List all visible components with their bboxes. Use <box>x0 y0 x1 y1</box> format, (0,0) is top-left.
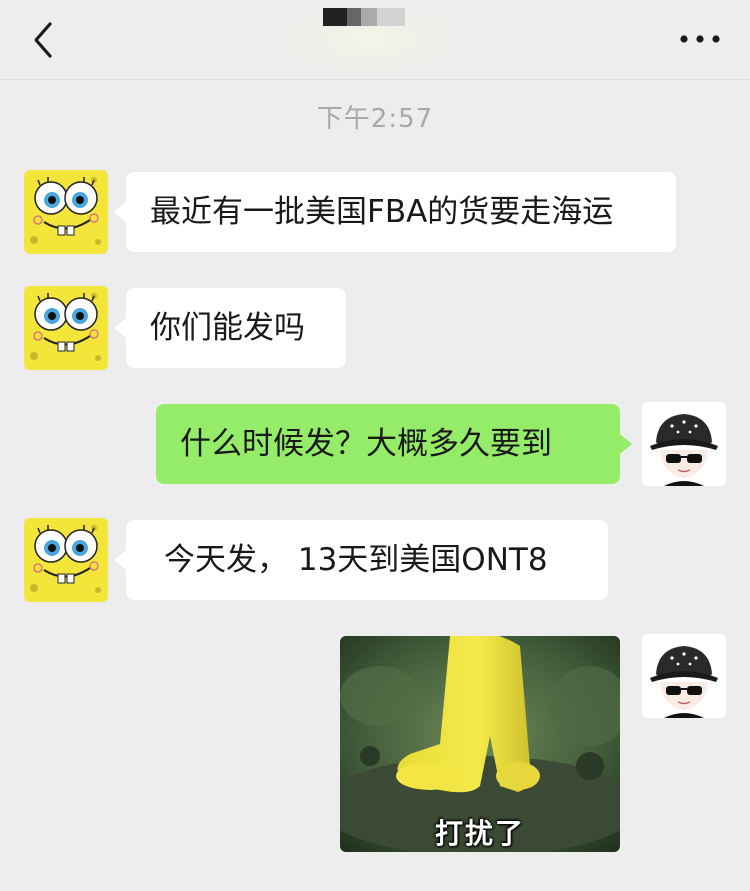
message-bubble-outgoing[interactable]: 什么时候发？大概多久要到 <box>156 404 632 484</box>
cap-boy-avatar[interactable] <box>642 402 726 486</box>
bubble-tail <box>114 550 126 570</box>
chevron-left-icon[interactable] <box>28 18 64 62</box>
message-bubble-incoming[interactable]: 你们能发吗 <box>114 288 346 368</box>
message-text: 什么时候发？大概多久要到 <box>180 426 552 462</box>
message-text: 你们能发吗 <box>150 310 305 346</box>
message-bubble-incoming[interactable]: 今天发， 13天到美国ONT8 <box>114 520 608 600</box>
sticker-image[interactable]: 打扰了 <box>340 636 620 852</box>
spongebob-avatar[interactable] <box>24 518 108 602</box>
bubble-tail <box>620 434 632 454</box>
ellipsis-icon[interactable] <box>676 24 724 54</box>
timestamp: 下午2:57 <box>316 104 434 134</box>
spongebob-avatar[interactable] <box>24 286 108 370</box>
spongebob-avatar[interactable] <box>24 170 108 254</box>
sticker-caption: 打扰了 <box>434 817 525 850</box>
message-text: 最近有一批美国FBA的货要走海运 <box>150 194 614 230</box>
message-bubble-incoming[interactable]: 最近有一批美国FBA的货要走海运 <box>114 172 676 252</box>
bubble-tail <box>114 202 126 222</box>
cap-boy-avatar[interactable] <box>642 634 726 718</box>
message-text: 今天发， 13天到美国ONT8 <box>164 542 548 578</box>
bubble-tail <box>114 318 126 338</box>
chat-header <box>0 0 750 80</box>
